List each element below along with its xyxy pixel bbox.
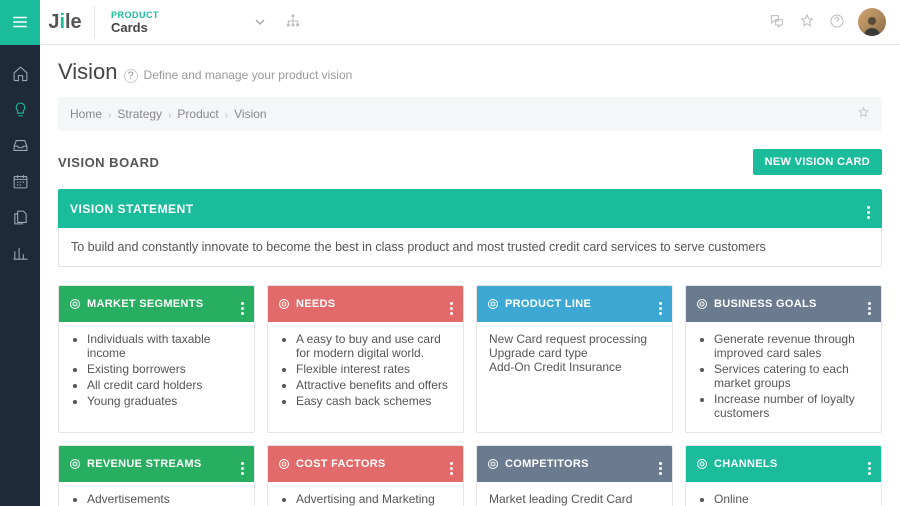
more-icon[interactable] — [241, 453, 244, 475]
avatar[interactable] — [858, 8, 886, 36]
help-icon[interactable] — [822, 13, 852, 32]
card-title: MARKET SEGMENTS — [87, 298, 203, 310]
card-header: MARKET SEGMENTS — [59, 286, 254, 322]
more-icon[interactable] — [659, 453, 662, 475]
list-item: Online — [714, 492, 869, 506]
vision-card: REVENUE STREAMS AdvertisementsPremium Mem… — [58, 445, 255, 506]
list-item: Market leading Credit Card products — [489, 492, 660, 506]
more-icon[interactable] — [867, 198, 870, 219]
card-header: CHANNELS — [686, 446, 881, 482]
list-item: Advertising and Marketing — [296, 492, 451, 506]
card-body: AdvertisementsPremium Membership fees — [59, 482, 254, 506]
card-title: REVENUE STREAMS — [87, 458, 202, 470]
calendar-icon[interactable] — [0, 163, 40, 199]
sitemap-icon[interactable] — [285, 13, 301, 32]
card-title: BUSINESS GOALS — [714, 298, 817, 310]
logo[interactable]: Jile — [40, 11, 90, 34]
help-badge-icon[interactable]: ? — [124, 69, 138, 83]
card-body: Individuals with taxable income Existing … — [59, 322, 254, 420]
card-header: COMPETITORS — [477, 446, 672, 482]
card-body: New Card request processingUpgrade card … — [477, 322, 672, 384]
card-grid: MARKET SEGMENTS Individuals with taxable … — [58, 285, 882, 506]
card-body: Market leading Credit Card products — [477, 482, 672, 506]
product-label: PRODUCT — [111, 10, 159, 20]
card-title: COST FACTORS — [296, 458, 386, 470]
list-item: Attractive benefits and offers — [296, 378, 451, 392]
vision-statement-heading: VISION STATEMENT — [70, 202, 194, 216]
page-title: Vision ? Define and manage your product … — [58, 59, 882, 85]
vision-statement-text: To build and constantly innovate to beco… — [58, 228, 882, 267]
list-item: Add-On Credit Insurance — [489, 360, 660, 374]
favorite-icon[interactable] — [857, 106, 870, 122]
list-item: All credit card holders — [87, 378, 242, 392]
page-subtitle: Define and manage your product vision — [144, 68, 353, 82]
list-item: Existing borrowers — [87, 362, 242, 376]
card-title: NEEDS — [296, 298, 335, 310]
chevron-right-icon: › — [108, 110, 111, 121]
list-item: Easy cash back schemes — [296, 394, 451, 408]
vision-card: COST FACTORS Advertising and MarketingPro… — [267, 445, 464, 506]
menu-button[interactable] — [0, 0, 40, 45]
more-icon[interactable] — [450, 453, 453, 475]
home-icon[interactable] — [0, 55, 40, 91]
card-header: PRODUCT LINE — [477, 286, 672, 322]
chevron-right-icon: › — [168, 110, 171, 121]
vision-card: CHANNELS OnlineMobile applicationCustomer… — [685, 445, 882, 506]
card-header: REVENUE STREAMS — [59, 446, 254, 482]
sidebar — [0, 45, 40, 506]
chevron-down-icon[interactable] — [255, 15, 265, 30]
card-header: COST FACTORS — [268, 446, 463, 482]
list-item: Flexible interest rates — [296, 362, 451, 376]
card-body: OnlineMobile applicationCustomer Banks — [686, 482, 881, 506]
vision-statement-card: VISION STATEMENT To build and constantly… — [58, 189, 882, 267]
chart-icon[interactable] — [0, 235, 40, 271]
more-icon[interactable] — [659, 293, 662, 315]
card-title: PRODUCT LINE — [505, 298, 591, 310]
list-item: Generate revenue through improved card s… — [714, 332, 869, 360]
list-item: Advertisements — [87, 492, 242, 506]
list-item: Services catering to each market groups — [714, 362, 869, 390]
list-item: New Card request processing — [489, 332, 660, 346]
list-item: Upgrade card type — [489, 346, 660, 360]
list-item: Increase number of loyalty customers — [714, 392, 869, 420]
vision-card: COMPETITORS Market leading Credit Card pr… — [476, 445, 673, 506]
vision-card: PRODUCT LINE New Card request processingU… — [476, 285, 673, 433]
breadcrumb-item[interactable]: Product — [177, 107, 218, 121]
vision-card: MARKET SEGMENTS Individuals with taxable … — [58, 285, 255, 433]
breadcrumb-item[interactable]: Strategy — [117, 107, 162, 121]
files-icon[interactable] — [0, 199, 40, 235]
card-title: CHANNELS — [714, 458, 778, 470]
list-item: A easy to buy and use card for modern di… — [296, 332, 451, 360]
new-vision-card-button[interactable]: NEW VISION CARD — [753, 149, 882, 175]
breadcrumb: Home › Strategy › Product › Vision — [58, 97, 882, 131]
card-body: A easy to buy and use card for modern di… — [268, 322, 463, 420]
breadcrumb-item: Vision — [234, 107, 266, 121]
list-item: Individuals with taxable income — [87, 332, 242, 360]
card-body: Generate revenue through improved card s… — [686, 322, 881, 432]
card-title: COMPETITORS — [505, 458, 589, 470]
more-icon[interactable] — [450, 293, 453, 315]
card-body: Advertising and MarketingProduction Cost… — [268, 482, 463, 506]
vision-card: NEEDS A easy to buy and use card for mode… — [267, 285, 464, 433]
more-icon[interactable] — [868, 453, 871, 475]
chat-icon[interactable] — [762, 13, 792, 32]
more-icon[interactable] — [241, 293, 244, 315]
list-item: Young graduates — [87, 394, 242, 408]
inbox-icon[interactable] — [0, 127, 40, 163]
topbar: Jile PRODUCT Cards — [0, 0, 900, 45]
idea-icon[interactable] — [0, 91, 40, 127]
board-title: VISION BOARD — [58, 155, 159, 170]
vision-card: BUSINESS GOALS Generate revenue through i… — [685, 285, 882, 433]
breadcrumb-item[interactable]: Home — [70, 107, 102, 121]
card-header: NEEDS — [268, 286, 463, 322]
more-icon[interactable] — [868, 293, 871, 315]
product-name: Cards — [111, 20, 159, 35]
chevron-right-icon: › — [225, 110, 228, 121]
main: Vision ? Define and manage your product … — [40, 45, 900, 506]
star-icon[interactable] — [792, 13, 822, 32]
card-header: BUSINESS GOALS — [686, 286, 881, 322]
product-selector[interactable]: PRODUCT Cards — [94, 6, 175, 38]
